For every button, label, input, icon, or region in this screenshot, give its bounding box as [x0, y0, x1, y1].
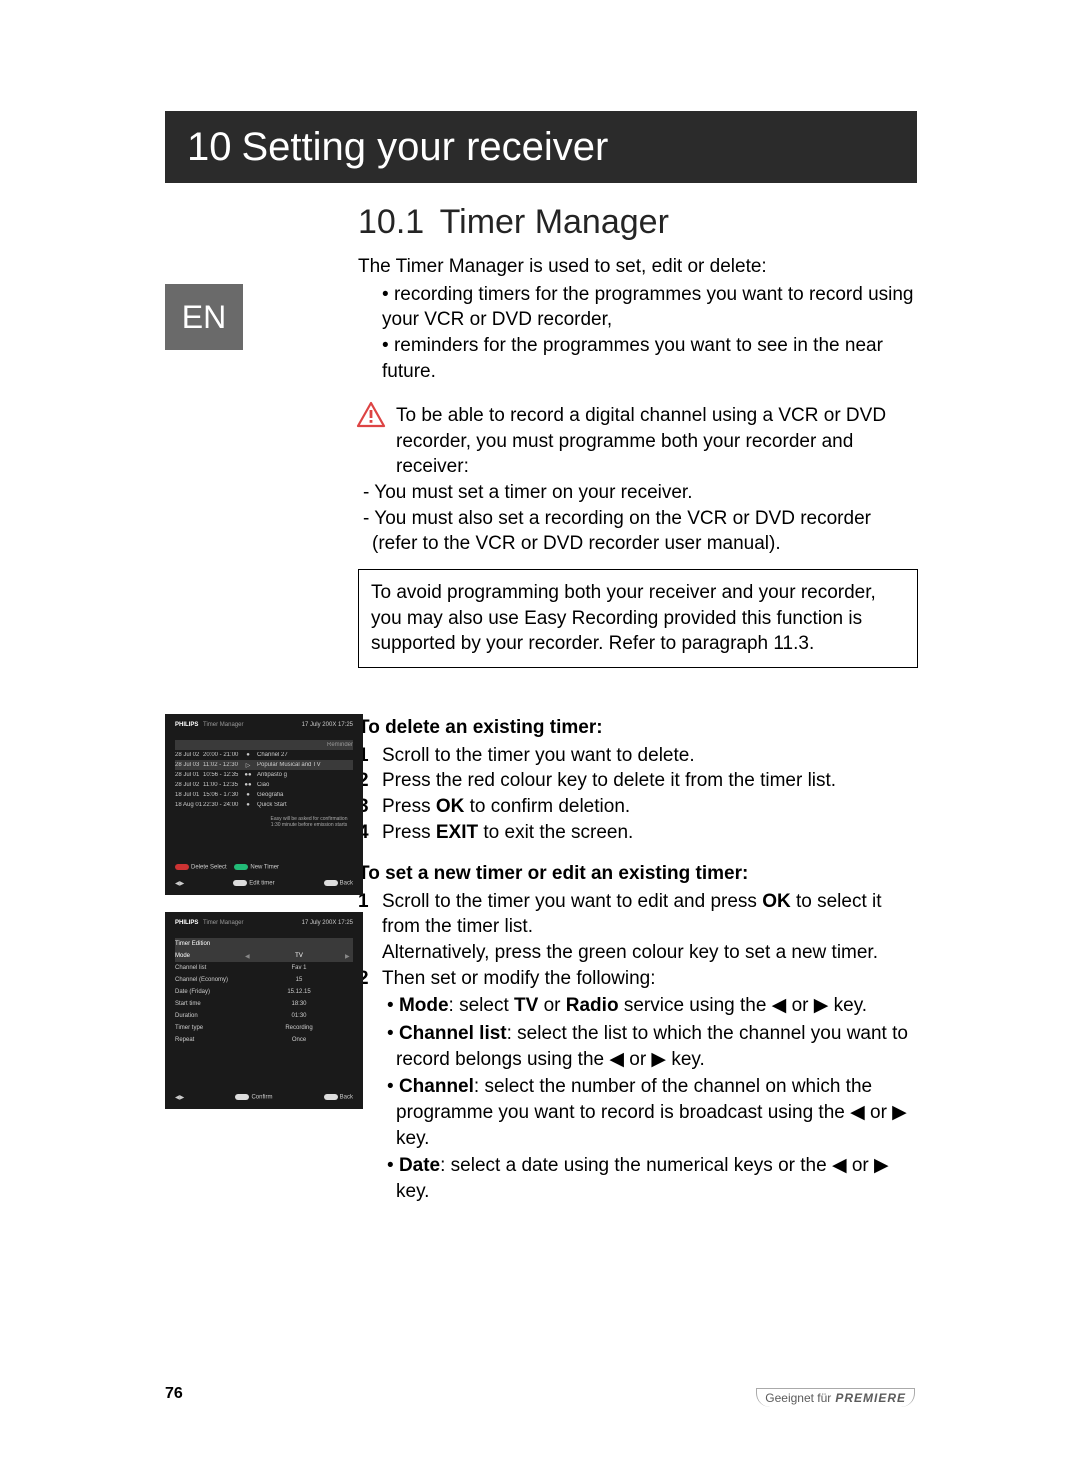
premiere-badge: Geeignet für PREMIERE: [756, 1388, 915, 1407]
step: 1Scroll to the timer you want to delete.: [358, 743, 918, 769]
section-number: 10.1: [358, 203, 424, 241]
screenshot-timer-edition: PHILIPS Timer Manager 17 July 200X 17:25…: [165, 912, 363, 1109]
note-box: To avoid programming both your receiver …: [358, 569, 918, 668]
step: 2 Then set or modify the following: • Mo…: [358, 966, 918, 1207]
chapter-heading: 10 Setting your receiver: [165, 111, 917, 183]
step: 3Press OK to confirm deletion.: [358, 794, 918, 820]
intro-block: The Timer Manager is used to set, edit o…: [358, 254, 918, 384]
language-tab: EN: [165, 284, 243, 350]
screenshot-timer-manager: PHILIPS Timer Manager 17 July 200X 17:25…: [165, 714, 363, 895]
step: 2Press the red colour key to delete it f…: [358, 768, 918, 794]
intro-item: reminders for the programmes you want to…: [382, 333, 918, 384]
page-number: 76: [165, 1385, 183, 1403]
section-title: Timer Manager: [440, 203, 669, 241]
intro-lead: The Timer Manager is used to set, edit o…: [358, 254, 918, 280]
procedures-block: To delete an existing timer: 1Scroll to …: [358, 715, 918, 1207]
step: 4Press EXIT to exit the screen.: [358, 820, 918, 846]
delete-heading: To delete an existing timer:: [358, 715, 918, 741]
intro-item: recording timers for the programmes you …: [382, 282, 918, 333]
set-heading: To set a new timer or edit an existing t…: [358, 861, 918, 887]
warning-item: - You must set a timer on your receiver.: [358, 480, 918, 506]
substep: • Channel list: select the list to which…: [382, 1021, 918, 1072]
warning-icon: [356, 401, 386, 429]
warning-block: To be able to record a digital channel u…: [358, 403, 918, 557]
step: 1 Scroll to the timer you want to edit a…: [358, 889, 918, 966]
chapter-number: 10: [187, 125, 232, 170]
warning-lead: To be able to record a digital channel u…: [396, 403, 918, 480]
substep: • Mode: select TV or Radio service using…: [382, 993, 918, 1019]
warning-item: - You must also set a recording on the V…: [358, 506, 918, 557]
substep: • Channel: select the number of the chan…: [382, 1074, 918, 1151]
chapter-title: Setting your receiver: [242, 125, 609, 170]
section-heading: 10.1 Timer Manager: [358, 203, 669, 242]
substep: • Date: select a date using the numerica…: [382, 1153, 918, 1204]
